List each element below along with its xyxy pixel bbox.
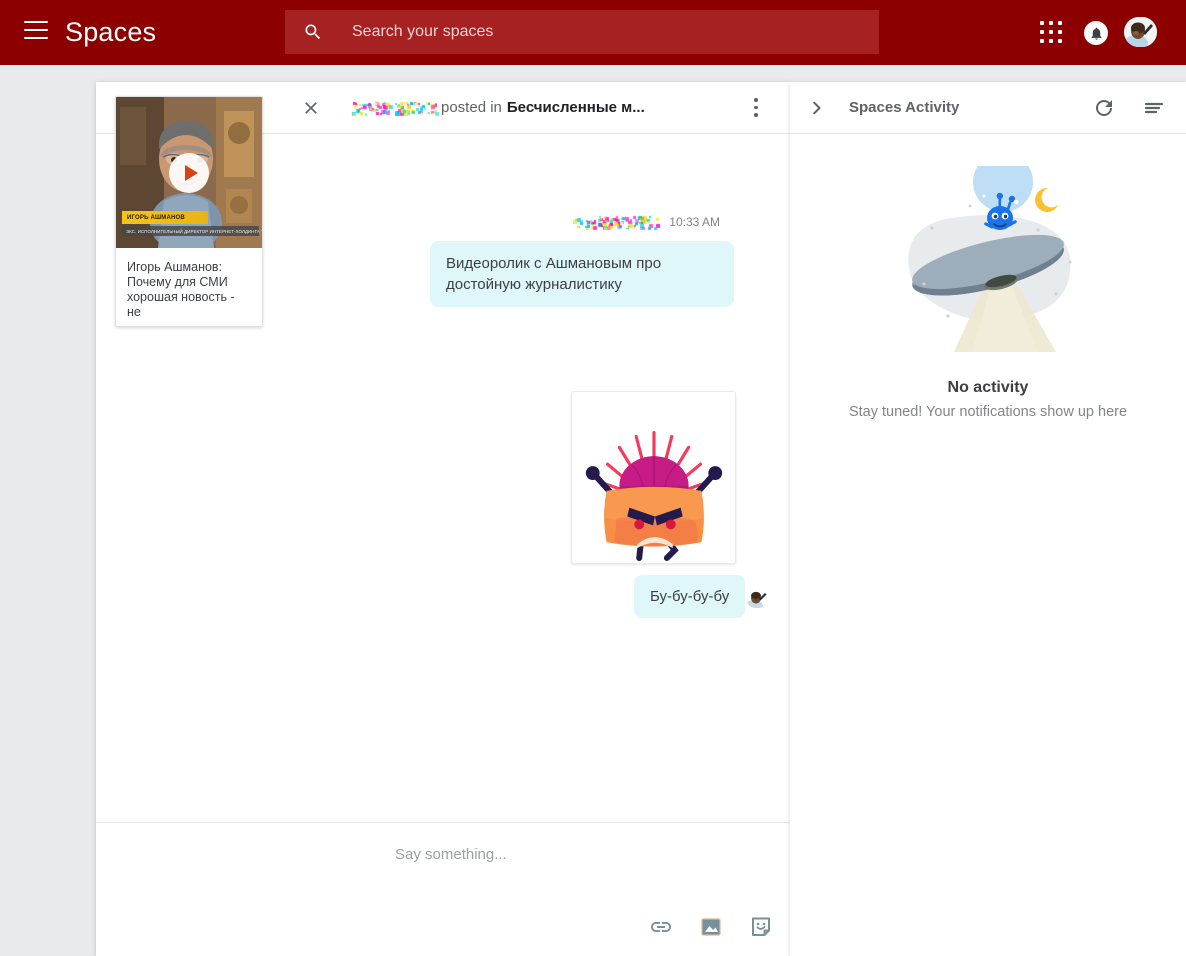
user-avatar[interactable] xyxy=(1124,17,1157,47)
spaces-activity-panel: Spaces Activity No activity Stay tuned! … xyxy=(790,82,1186,956)
hamburger-line xyxy=(24,21,48,23)
apps-grid-icon[interactable] xyxy=(1040,21,1062,43)
activity-header-actions xyxy=(1092,96,1166,120)
hamburger-line xyxy=(24,37,48,39)
hamburger-menu-icon[interactable] xyxy=(24,21,48,41)
posted-label: posted in xyxy=(441,99,502,116)
play-button-icon[interactable] xyxy=(169,152,209,193)
empty-state-title: No activity xyxy=(947,379,1029,396)
link-icon[interactable] xyxy=(649,915,673,939)
hamburger-line xyxy=(24,29,48,31)
message-bubble-reply[interactable]: Бу-бу-бу-бу xyxy=(634,575,746,618)
message-timestamp: 10:33 AM xyxy=(669,215,720,229)
video-thumbnail[interactable]: ИГОРЬ АШМАНОВ ЭКС. ИСПОЛНИТЕЛЬНЫЙ ДИРЕКТ… xyxy=(116,97,262,248)
top-app-bar: Spaces Search your spaces xyxy=(0,0,1186,65)
message-bubble-text[interactable]: Видеоролик с Ашмановым про достойную жур… xyxy=(430,241,734,307)
search-placeholder: Search your spaces xyxy=(352,23,494,40)
angry-character-sticker[interactable] xyxy=(571,391,736,564)
message-avatar xyxy=(746,588,768,608)
empty-state-subtitle: Stay tuned! Your notifications show up h… xyxy=(848,404,1128,420)
app-brand-title: Spaces xyxy=(65,17,157,47)
video-caption-role: ЭКС. ИСПОЛНИТЕЛЬНЫЙ ДИРЕКТОР ИНТЕРНЕТ-ХО… xyxy=(122,226,262,236)
more-vertical-icon[interactable] xyxy=(746,98,766,118)
space-name[interactable]: Бесчисленные м... xyxy=(507,99,645,116)
chevron-right-icon[interactable] xyxy=(807,98,827,118)
bell-icon[interactable] xyxy=(1084,21,1108,45)
search-input[interactable]: Search your spaces xyxy=(285,10,879,54)
search-icon xyxy=(303,22,323,42)
message-input-placeholder[interactable]: Say something... xyxy=(395,846,507,863)
video-card-title: Игорь Ашманов: Почему для СМИ хорошая но… xyxy=(127,260,235,319)
refresh-icon[interactable] xyxy=(1092,96,1116,120)
filter-list-icon[interactable] xyxy=(1142,96,1166,120)
posted-in-line: posted in Бесчисленные м... xyxy=(351,99,645,116)
ufo-alien-illustration xyxy=(888,152,1088,361)
activity-header: Spaces Activity xyxy=(790,82,1186,134)
close-icon[interactable] xyxy=(301,98,321,118)
video-link-card[interactable]: ИГОРЬ АШМАНОВ ЭКС. ИСПОЛНИТЕЛЬНЫЙ ДИРЕКТ… xyxy=(115,96,263,327)
redacted-author-name xyxy=(351,99,439,116)
sticker-icon[interactable] xyxy=(749,915,773,939)
message-composer: Say something... xyxy=(96,822,790,956)
image-icon[interactable] xyxy=(699,915,723,939)
redacted-author-name-inline xyxy=(573,214,662,230)
composer-actions xyxy=(649,915,773,939)
video-caption-name: ИГОРЬ АШМАНОВ xyxy=(122,211,208,224)
activity-empty-state: No activity Stay tuned! Your notificatio… xyxy=(790,134,1186,420)
activity-panel-title: Spaces Activity xyxy=(849,99,960,116)
